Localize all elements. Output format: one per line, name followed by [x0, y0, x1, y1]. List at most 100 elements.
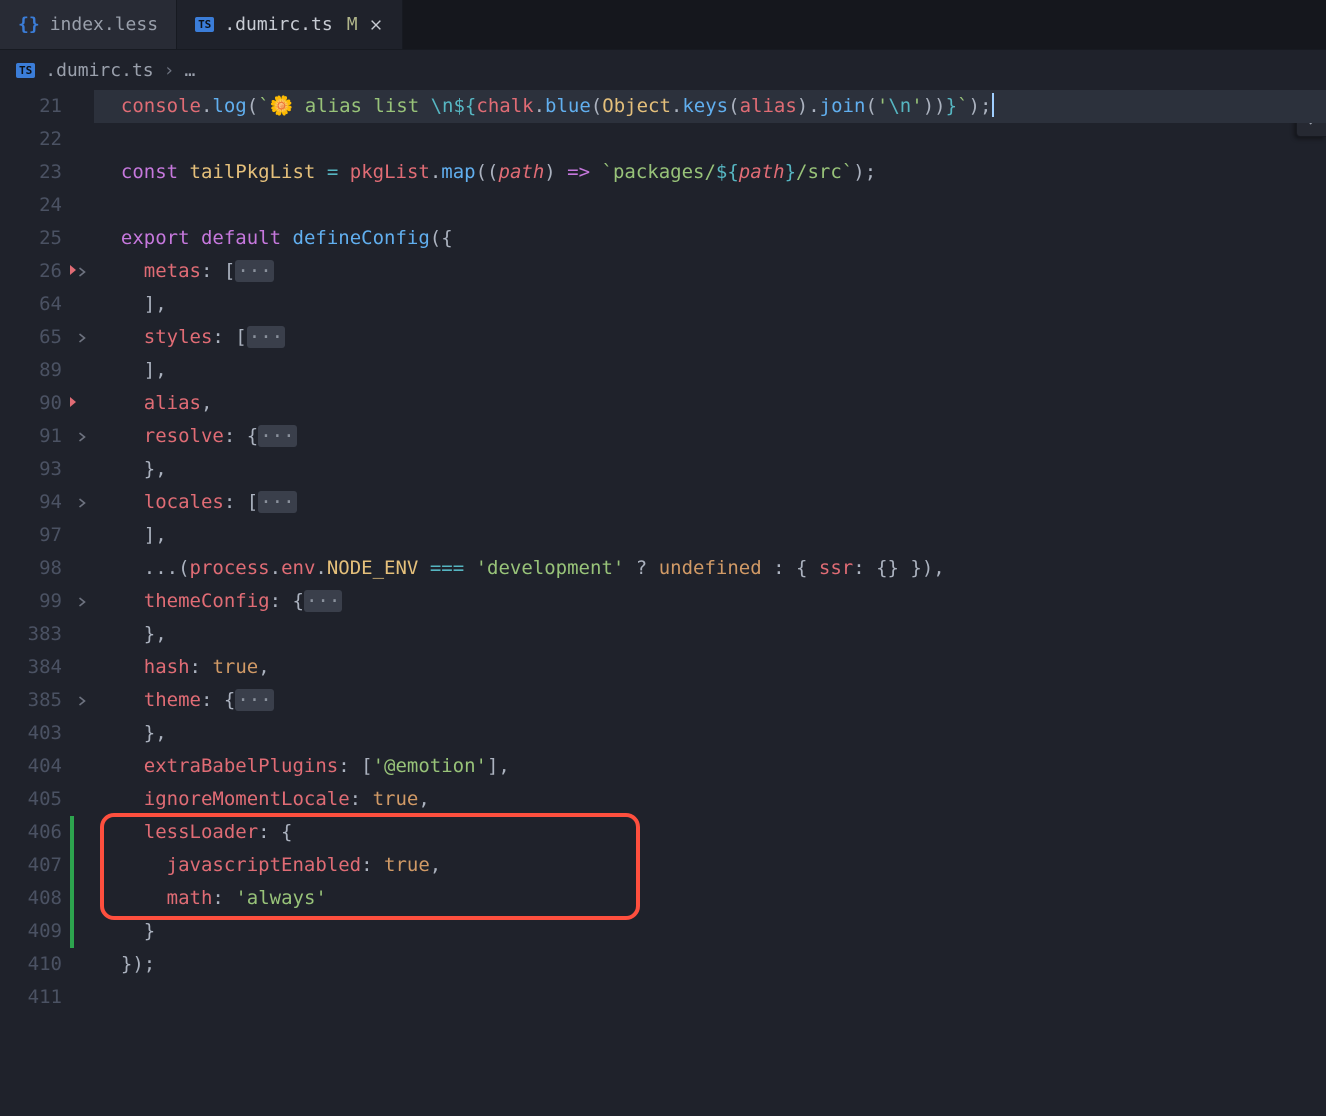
tab-label: .dumirc.ts: [224, 14, 332, 35]
line-number: 25: [0, 222, 70, 255]
code-content[interactable]: },: [94, 453, 1326, 486]
line-number: 411: [0, 981, 70, 1014]
code-content[interactable]: theme: {···: [94, 684, 1326, 717]
code-content[interactable]: math: 'always': [94, 882, 1326, 915]
code-line[interactable]: 411: [0, 981, 1326, 1014]
line-number: 410: [0, 948, 70, 981]
line-number: 64: [0, 288, 70, 321]
line-number: 21: [0, 90, 70, 123]
code-content[interactable]: },: [94, 717, 1326, 750]
code-content[interactable]: hash: true,: [94, 651, 1326, 684]
code-line[interactable]: 404 extraBabelPlugins: ['@emotion'],: [0, 750, 1326, 783]
warning-marker: [70, 265, 76, 275]
code-line[interactable]: 93 },: [0, 453, 1326, 486]
code-content[interactable]: resolve: {···: [94, 420, 1326, 453]
git-added-bar: [70, 816, 74, 849]
line-number: 93: [0, 453, 70, 486]
code-line[interactable]: 64 ],: [0, 288, 1326, 321]
code-line[interactable]: 409 }: [0, 915, 1326, 948]
close-icon[interactable]: [368, 17, 384, 33]
code-content[interactable]: ],: [94, 519, 1326, 552]
line-number: 405: [0, 783, 70, 816]
code-content[interactable]: lessLoader: {: [94, 816, 1326, 849]
code-content[interactable]: ignoreMomentLocale: true,: [94, 783, 1326, 816]
braces-icon: {}: [18, 14, 40, 35]
line-number: 409: [0, 915, 70, 948]
line-number: 89: [0, 354, 70, 387]
code-line[interactable]: 407 javascriptEnabled: true,: [0, 849, 1326, 882]
code-line[interactable]: 23 const tailPkgList = pkgList.map((path…: [0, 156, 1326, 189]
editor-window: {} index.less TS .dumirc.ts M TS .dumirc…: [0, 0, 1326, 1116]
code-content[interactable]: themeConfig: {···: [94, 585, 1326, 618]
code-line[interactable]: 94 locales: [···: [0, 486, 1326, 519]
line-number: 404: [0, 750, 70, 783]
line-number: 407: [0, 849, 70, 882]
tab-label: index.less: [50, 14, 158, 35]
code-line[interactable]: 408 math: 'always': [0, 882, 1326, 915]
line-number: 406: [0, 816, 70, 849]
code-line[interactable]: 383 },: [0, 618, 1326, 651]
breadcrumb-trail[interactable]: …: [184, 60, 195, 81]
line-number: 24: [0, 189, 70, 222]
code-line[interactable]: 405 ignoreMomentLocale: true,: [0, 783, 1326, 816]
code-line[interactable]: 21 console.log(`🌼 alias list \n${chalk.b…: [0, 90, 1326, 123]
tab-dumirc-ts[interactable]: TS .dumirc.ts M: [177, 0, 402, 49]
code-line[interactable]: 89 ],: [0, 354, 1326, 387]
code-line[interactable]: 26 metas: [···: [0, 255, 1326, 288]
line-number: 94: [0, 486, 70, 519]
line-number: 98: [0, 552, 70, 585]
line-number: 408: [0, 882, 70, 915]
line-number: 22: [0, 123, 70, 156]
code-content[interactable]: const tailPkgList = pkgList.map((path) =…: [94, 156, 1326, 189]
fold-toggle[interactable]: [70, 321, 94, 354]
warning-marker: [70, 397, 76, 407]
code-line[interactable]: 97 ],: [0, 519, 1326, 552]
code-line[interactable]: 25 export default defineConfig({: [0, 222, 1326, 255]
code-line[interactable]: 24: [0, 189, 1326, 222]
code-content[interactable]: console.log(`🌼 alias list \n${chalk.blue…: [94, 90, 1326, 123]
code-content[interactable]: ],: [94, 354, 1326, 387]
code-content[interactable]: locales: [···: [94, 486, 1326, 519]
tab-bar: {} index.less TS .dumirc.ts M: [0, 0, 1326, 50]
code-line[interactable]: 65 styles: [···: [0, 321, 1326, 354]
line-number: 26: [0, 255, 70, 288]
line-number: 97: [0, 519, 70, 552]
code-editor[interactable]: 21 console.log(`🌼 alias list \n${chalk.b…: [0, 90, 1326, 1014]
code-content[interactable]: });: [94, 948, 1326, 981]
code-line[interactable]: 22: [0, 123, 1326, 156]
code-line[interactable]: 406 lessLoader: {: [0, 816, 1326, 849]
code-line[interactable]: 410 });: [0, 948, 1326, 981]
code-content[interactable]: alias,: [94, 387, 1326, 420]
modified-indicator: M: [347, 14, 358, 35]
breadcrumb-file[interactable]: .dumirc.ts: [45, 60, 153, 81]
code-content[interactable]: metas: [···: [94, 255, 1326, 288]
code-content[interactable]: ],: [94, 288, 1326, 321]
code-content[interactable]: styles: [···: [94, 321, 1326, 354]
git-added-bar: [70, 882, 74, 915]
line-number: 91: [0, 420, 70, 453]
code-content[interactable]: ...(process.env.NODE_ENV === 'developmen…: [94, 552, 1326, 585]
fold-toggle[interactable]: [70, 420, 94, 453]
code-line[interactable]: 90 alias,: [0, 387, 1326, 420]
ts-icon: TS: [16, 63, 35, 78]
code-content[interactable]: extraBabelPlugins: ['@emotion'],: [94, 750, 1326, 783]
fold-toggle[interactable]: [70, 585, 94, 618]
code-content[interactable]: },: [94, 618, 1326, 651]
code-line[interactable]: 403 },: [0, 717, 1326, 750]
code-line[interactable]: 99 themeConfig: {···: [0, 585, 1326, 618]
code-line[interactable]: 384 hash: true,: [0, 651, 1326, 684]
code-line[interactable]: 91 resolve: {···: [0, 420, 1326, 453]
line-number: 65: [0, 321, 70, 354]
git-added-bar: [70, 915, 74, 948]
fold-toggle[interactable]: [70, 486, 94, 519]
tab-index-less[interactable]: {} index.less: [0, 0, 177, 49]
code-line[interactable]: 385 theme: {···: [0, 684, 1326, 717]
line-number: 90: [0, 387, 70, 420]
code-line[interactable]: 98 ...(process.env.NODE_ENV === 'develop…: [0, 552, 1326, 585]
line-number: 383: [0, 618, 70, 651]
fold-toggle[interactable]: [70, 684, 94, 717]
code-content[interactable]: export default defineConfig({: [94, 222, 1326, 255]
code-content[interactable]: }: [94, 915, 1326, 948]
cursor: [992, 93, 994, 117]
code-content[interactable]: javascriptEnabled: true,: [94, 849, 1326, 882]
